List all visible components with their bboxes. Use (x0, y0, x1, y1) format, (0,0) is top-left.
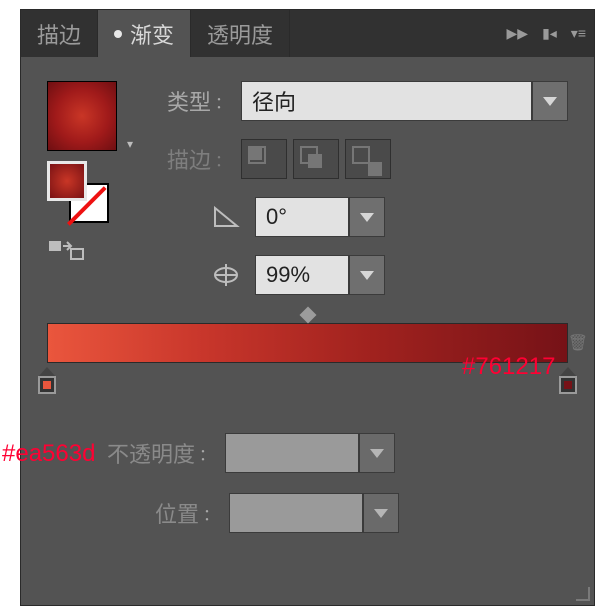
delete-stop-icon[interactable]: 🗑 (568, 333, 588, 353)
gradient-panel: 描边 渐变 透明度 ▶▶ ▮◂ ▾≡ ▾ (20, 9, 595, 606)
tab-gradient[interactable]: 渐变 (98, 10, 191, 57)
reverse-gradient-icon[interactable] (47, 235, 87, 265)
gradient-bar[interactable] (47, 323, 568, 363)
tab-label: 描边 (37, 18, 81, 50)
dropdown-arrow-icon[interactable] (349, 255, 385, 295)
stroke-gradient-label: 描边 (167, 143, 211, 175)
tab-label: 渐变 (130, 18, 174, 50)
angle-icon (209, 204, 243, 230)
angle-value: 0° (255, 197, 349, 237)
position-label: 位置 (155, 497, 199, 529)
collapse-icon[interactable]: ▮◂ (542, 25, 557, 42)
panel-menu-area: ▶▶ ▮◂ ▾≡ (507, 10, 586, 57)
stroke-mode-across-button[interactable] (345, 139, 391, 179)
opacity-value (225, 433, 359, 473)
gradient-ramp[interactable]: 🗑 (47, 323, 568, 363)
gradient-midpoint-handle[interactable] (299, 307, 316, 324)
panel-content: ▾ 类型 ： 径向 (21, 57, 594, 533)
aspect-ratio-value: 99% (255, 255, 349, 295)
flyout-menu-icon[interactable]: ▾≡ (571, 25, 586, 42)
dropdown-arrow-icon[interactable] (532, 81, 568, 121)
type-select-value: 径向 (241, 81, 532, 121)
fast-forward-icon[interactable]: ▶▶ (507, 25, 529, 42)
swatch-dropdown-icon[interactable]: ▾ (127, 137, 133, 151)
aspect-ratio-icon (209, 262, 243, 288)
angle-input[interactable]: 0° (255, 197, 385, 237)
gradient-preview-swatch[interactable] (47, 81, 117, 151)
panel-tabbar: 描边 渐变 透明度 ▶▶ ▮◂ ▾≡ (21, 10, 594, 57)
tab-indicator-dot (114, 30, 122, 38)
position-input (229, 493, 399, 533)
type-select[interactable]: 径向 (241, 81, 568, 121)
stroke-mode-within-button[interactable] (241, 139, 287, 179)
tab-transparency[interactable]: 透明度 (191, 10, 290, 57)
fill-swatch[interactable] (47, 161, 87, 201)
type-label: 类型 (167, 85, 211, 117)
aspect-ratio-input[interactable]: 99% (255, 255, 385, 295)
opacity-input (225, 433, 395, 473)
panel-resize-handle[interactable] (576, 587, 590, 601)
tab-stroke[interactable]: 描边 (21, 10, 98, 57)
dropdown-arrow-icon (363, 493, 399, 533)
stroke-gradient-mode-group (241, 139, 391, 179)
stroke-mode-along-button[interactable] (293, 139, 339, 179)
colon: ： (203, 501, 219, 525)
tab-label: 透明度 (207, 18, 273, 50)
gradient-stop-right[interactable] (559, 367, 577, 394)
colon: ： (215, 147, 231, 171)
colon: ： (215, 89, 231, 113)
colon: ： (199, 441, 215, 465)
position-value (229, 493, 363, 533)
dropdown-arrow-icon[interactable] (349, 197, 385, 237)
dropdown-arrow-icon (359, 433, 395, 473)
gradient-stop-left[interactable] (38, 367, 56, 394)
fill-stroke-switcher[interactable] (47, 161, 107, 221)
opacity-label: 不透明度 (107, 437, 195, 469)
